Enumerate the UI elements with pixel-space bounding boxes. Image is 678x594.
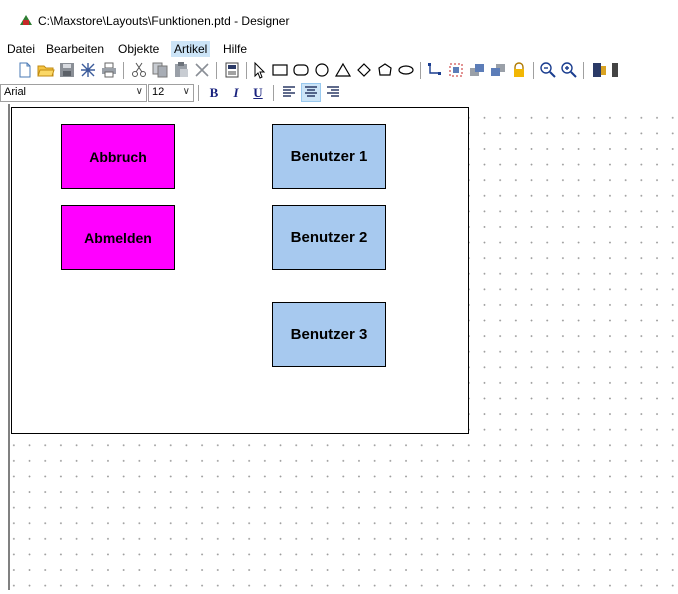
zoom-out-icon[interactable]: [539, 61, 557, 79]
underline-button[interactable]: U: [249, 84, 267, 101]
toolbar-separator: [273, 85, 274, 101]
page-icon[interactable]: [223, 61, 241, 79]
align-right-icon[interactable]: [324, 84, 342, 101]
properties-icon[interactable]: [79, 61, 97, 79]
benutzer-1-label: Benutzer 1: [290, 148, 368, 165]
font-size-select[interactable]: 12 ∨: [148, 84, 194, 102]
new-file-icon[interactable]: [16, 61, 34, 79]
menu-datei[interactable]: Datei: [4, 41, 38, 57]
hexagon-icon[interactable]: [376, 61, 394, 79]
italic-button[interactable]: I: [227, 84, 245, 101]
delete-icon[interactable]: [193, 61, 211, 79]
abmelden-button-object[interactable]: Abmelden: [61, 205, 175, 270]
benutzer-3-button-object[interactable]: Benutzer 3: [272, 302, 386, 367]
menu-artikel[interactable]: Artikel: [171, 41, 211, 57]
abmelden-label: Abmelden: [84, 229, 152, 246]
benutzer-2-label: Benutzer 2: [290, 229, 368, 246]
toolbar-separator: [420, 62, 421, 79]
menu-bearbeiten[interactable]: Bearbeiten: [43, 41, 107, 57]
canvas-left-border: [8, 104, 10, 590]
rectangle-icon[interactable]: [271, 61, 289, 79]
title-bar: C:\Maxstore\Layouts\Funktionen.ptd - Des…: [0, 0, 678, 38]
copy-icon[interactable]: [151, 61, 169, 79]
toolbar-separator: [216, 62, 217, 79]
cut-icon[interactable]: [130, 61, 148, 79]
layout-page[interactable]: Abbruch Abmelden Benutzer 1 Benutzer 2 B…: [11, 107, 469, 434]
format-toolbar: Arial ∨ 12 ∨ B I U: [0, 82, 678, 104]
chevron-down-icon: ∨: [135, 86, 143, 97]
toolbar-separator: [533, 62, 534, 79]
font-family-value: Arial: [4, 86, 27, 98]
window-title: C:\Maxstore\Layouts\Funktionen.ptd - Des…: [38, 14, 290, 28]
pointer-icon[interactable]: [250, 61, 268, 79]
align-center-icon[interactable]: [301, 83, 321, 102]
diamond-icon[interactable]: [355, 61, 373, 79]
rounded-rectangle-icon[interactable]: [292, 61, 310, 79]
align-left-icon[interactable]: [280, 84, 298, 101]
chevron-down-icon: ∨: [182, 86, 190, 97]
toolbar-separator: [123, 62, 124, 79]
overflow-icon[interactable]: [611, 61, 621, 79]
benutzer-2-button-object[interactable]: Benutzer 2: [272, 205, 386, 270]
open-folder-icon[interactable]: [37, 61, 55, 79]
ellipse-icon[interactable]: [313, 61, 331, 79]
designer-app-icon: [20, 15, 32, 25]
benutzer-1-button-object[interactable]: Benutzer 1: [272, 124, 386, 189]
toolbar-separator: [246, 62, 247, 79]
print-icon[interactable]: [100, 61, 118, 79]
menu-bar: Datei Bearbeiten Objekte Artikel Hilfe: [0, 38, 678, 58]
connector-icon[interactable]: [426, 61, 444, 79]
exit-icon[interactable]: [590, 61, 608, 79]
bold-button[interactable]: B: [205, 84, 223, 101]
paste-icon[interactable]: [172, 61, 190, 79]
abbruch-button-object[interactable]: Abbruch: [61, 124, 175, 189]
zoom-in-icon[interactable]: [560, 61, 578, 79]
save-icon[interactable]: [58, 61, 76, 79]
abbruch-label: Abbruch: [89, 148, 147, 165]
toolbar-separator: [583, 62, 584, 79]
benutzer-3-label: Benutzer 3: [290, 326, 368, 343]
triangle-icon[interactable]: [334, 61, 352, 79]
select-region-icon[interactable]: [447, 61, 465, 79]
menu-objekte[interactable]: Objekte: [115, 41, 162, 57]
main-toolbar: [0, 58, 678, 82]
font-family-select[interactable]: Arial ∨: [0, 84, 147, 102]
oval-icon[interactable]: [397, 61, 415, 79]
bring-forward-icon[interactable]: [468, 61, 486, 79]
send-backward-icon[interactable]: [489, 61, 507, 79]
lock-icon[interactable]: [510, 61, 528, 79]
menu-hilfe[interactable]: Hilfe: [220, 41, 250, 57]
font-size-value: 12: [152, 86, 165, 98]
toolbar-separator: [198, 85, 199, 101]
